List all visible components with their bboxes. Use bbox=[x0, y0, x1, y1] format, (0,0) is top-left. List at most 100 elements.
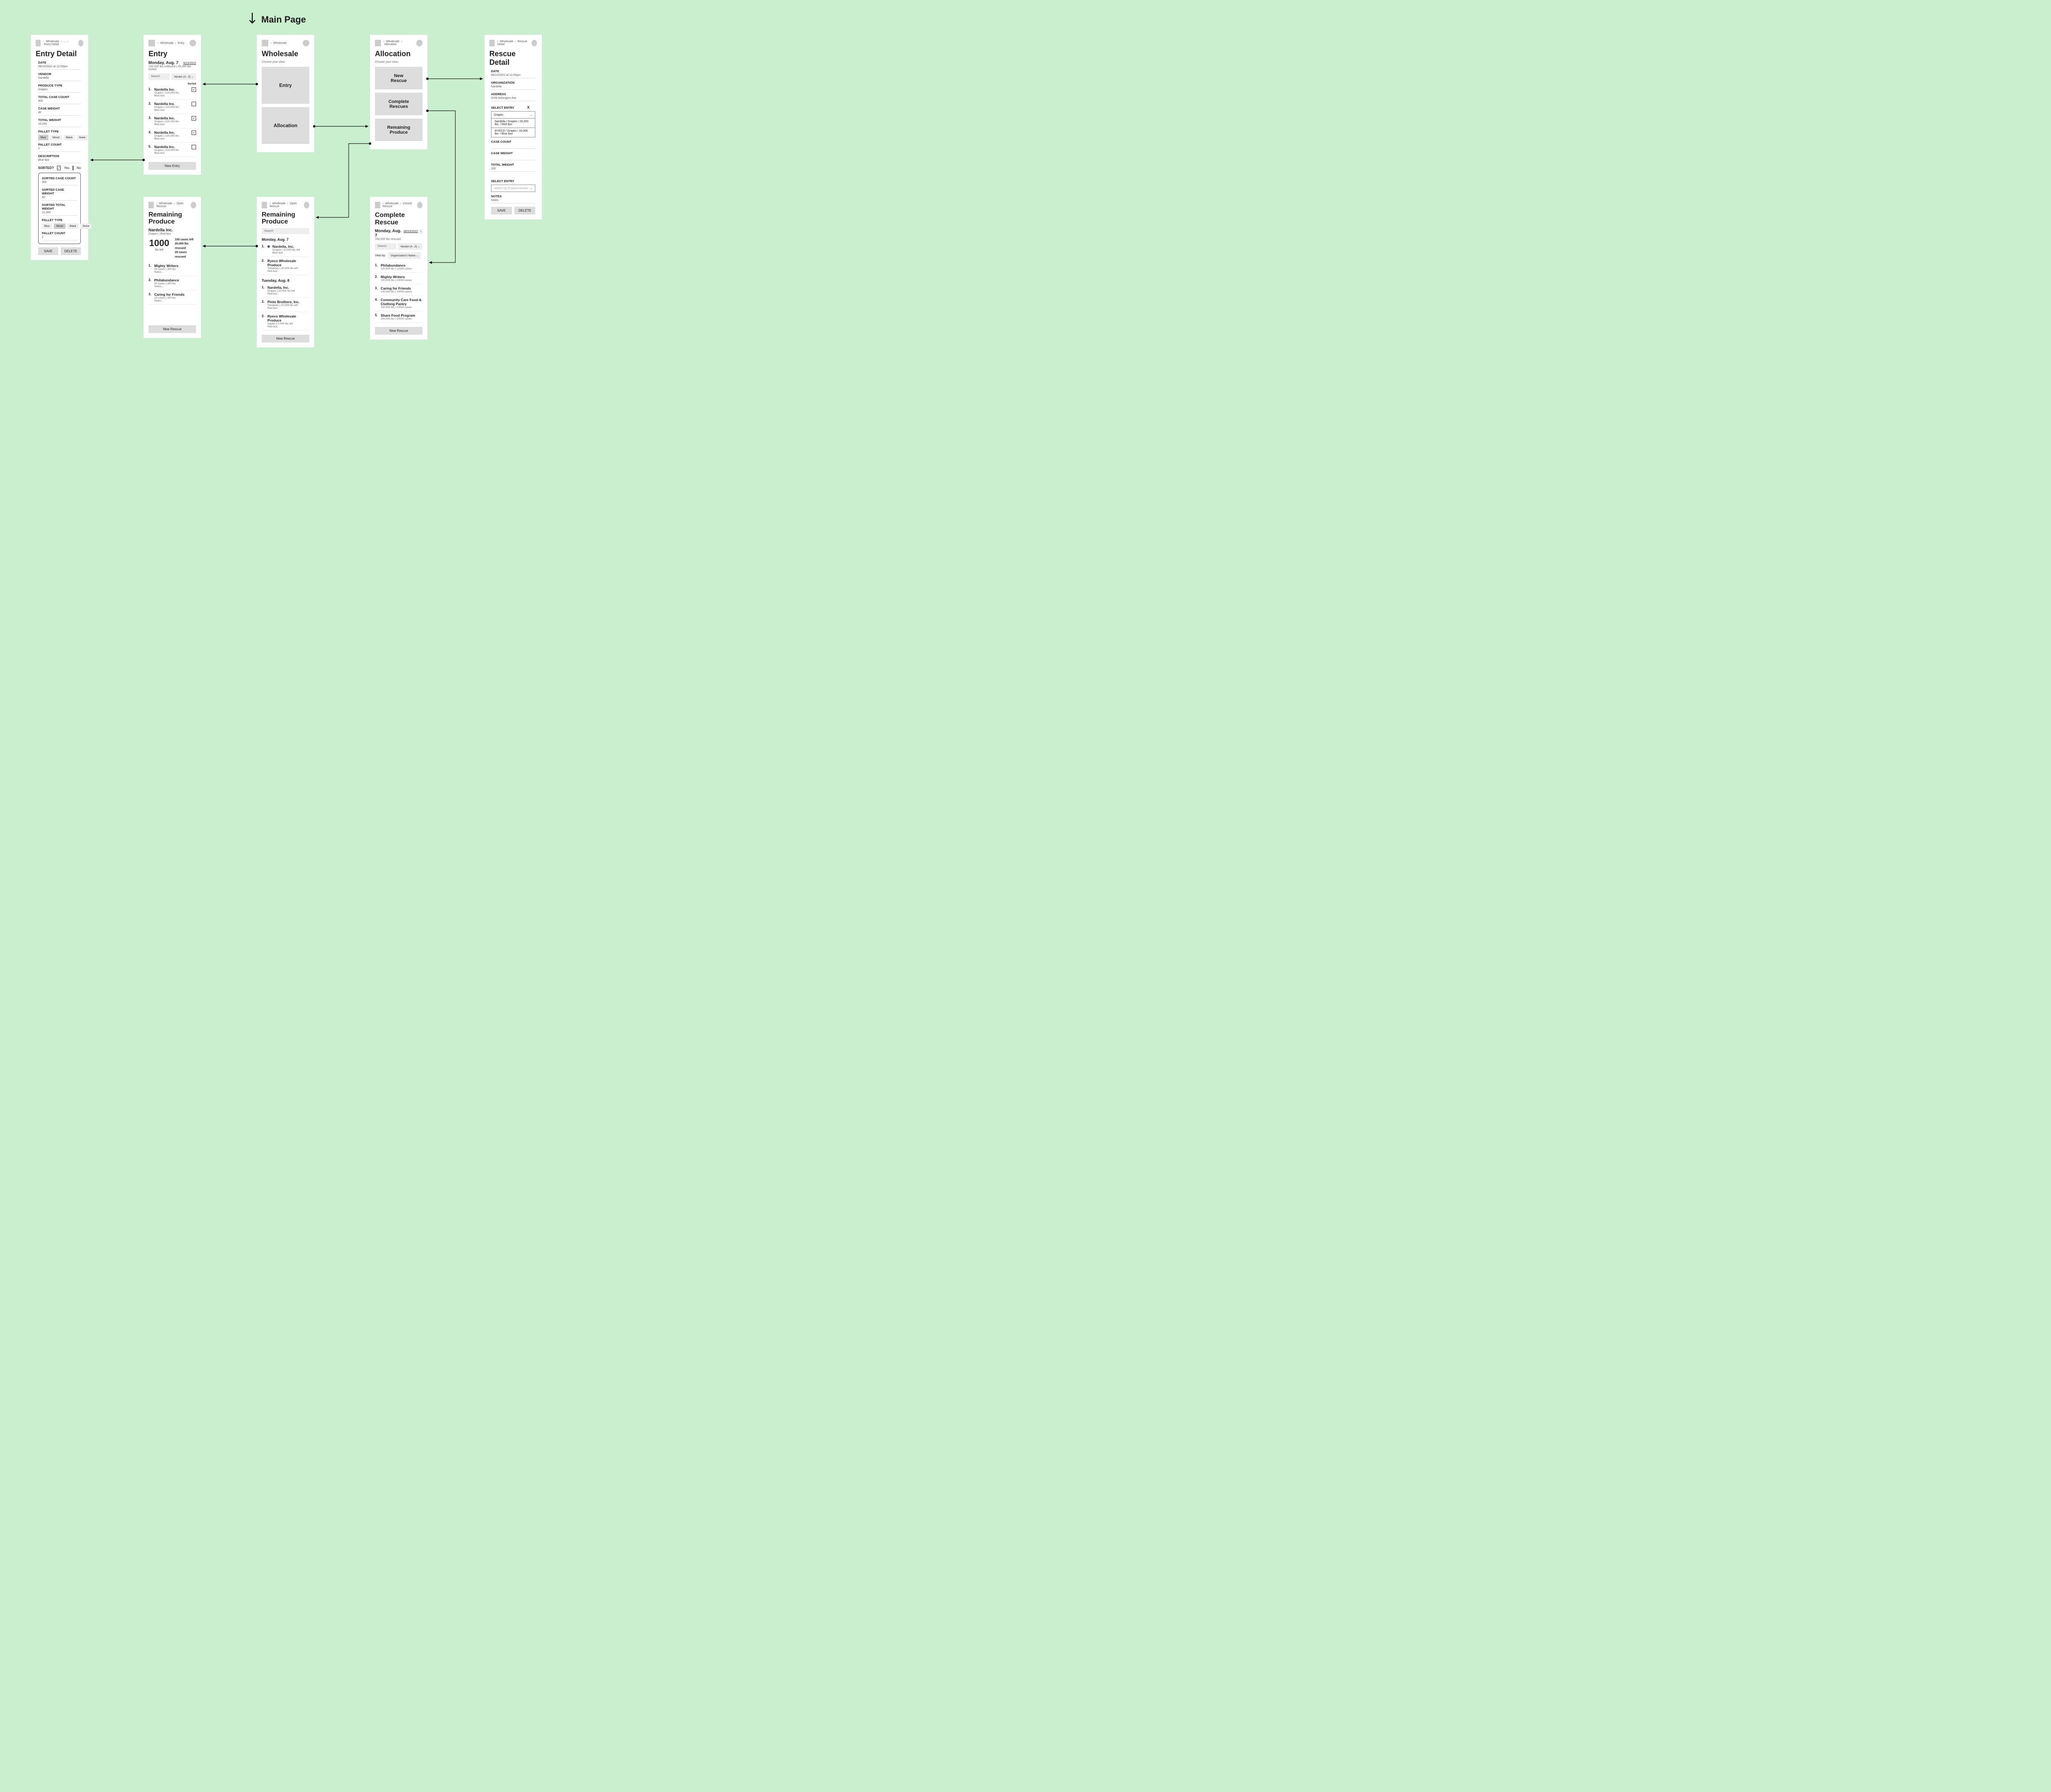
date-link[interactable]: 8/10/2022 bbox=[183, 62, 196, 65]
avatar[interactable] bbox=[190, 40, 196, 46]
delete-button[interactable]: DELETE bbox=[61, 247, 81, 255]
complete-rescue-item[interactable]: 3.Caring for Friends100,000 lbs | 10000 … bbox=[375, 284, 423, 296]
label-pallet-type: PALLET TYPE bbox=[38, 130, 81, 133]
pill-wood2[interactable]: Wood bbox=[54, 224, 66, 229]
sort-select[interactable]: Vendor (A - Z) ⌄ bbox=[171, 73, 196, 80]
remaining-left-item[interactable]: 1.Mighty Writers50 cases | 300 lbsNotes.… bbox=[148, 262, 196, 276]
new-rescue-button[interactable]: New Rescue bbox=[148, 325, 196, 333]
pill-blue2[interactable]: Blue bbox=[42, 224, 52, 229]
remaining-left-item[interactable]: 3.Caring for Friends10 cases | 100 lbsNo… bbox=[148, 290, 196, 305]
pill-none2[interactable]: None bbox=[80, 224, 92, 229]
complete-rescue-item[interactable]: 4.Community Care Food & Clothing Pantry1… bbox=[375, 296, 423, 311]
remaining-center-item[interactable]: 1.Nardella, Inc.Grapes | 20,000 lbs left… bbox=[262, 283, 309, 298]
item-number: 2. bbox=[375, 275, 378, 279]
allocation-view-button[interactable]: Allocation bbox=[262, 107, 309, 144]
select-option-2[interactable]: RYECO / Grapes / 10,000 lbs. / Blue box bbox=[491, 128, 535, 137]
pill-blue[interactable]: Blue bbox=[38, 135, 48, 140]
avatar[interactable] bbox=[191, 202, 196, 208]
sorted-checkbox[interactable] bbox=[192, 145, 196, 149]
label-case-count: CASE COUNT bbox=[491, 140, 535, 144]
new-rescue-button[interactable]: New Rescue bbox=[375, 67, 423, 89]
label-organization: ORGANIZATION bbox=[491, 81, 535, 84]
value-sorted-pallet-count: 2 bbox=[42, 235, 77, 240]
entry-list-item[interactable]: 1.Nardella Inc.Grapes | 120,000 lbsBlue … bbox=[148, 85, 196, 100]
delete-button[interactable]: DELETE bbox=[514, 207, 535, 215]
sorted-checkbox[interactable]: ✓ bbox=[192, 116, 196, 121]
avatar[interactable] bbox=[416, 40, 423, 46]
item-number: 5. bbox=[375, 313, 378, 317]
remaining-center-item[interactable]: 2.Ryeco Wholesale ProduceApples | 5,000 … bbox=[262, 312, 309, 331]
summary-text: 150,000 lbs collected | 45,000 lbs sorte… bbox=[148, 65, 196, 71]
avatar[interactable] bbox=[532, 40, 537, 46]
entry-list-item[interactable]: 2.Nardella Inc.Grapes | 120,000 lbsBlue … bbox=[148, 100, 196, 114]
date-step[interactable]: › bbox=[419, 229, 423, 234]
logo-placeholder bbox=[262, 40, 268, 46]
logo-placeholder bbox=[375, 40, 381, 46]
remaining-center-item[interactable]: 2.Pinto Brothers, Inc.Tomatoes | 20,000 … bbox=[262, 298, 309, 312]
value-case-count[interactable] bbox=[491, 144, 535, 149]
pill-wood[interactable]: Wood bbox=[50, 135, 62, 140]
heading: Wholesale bbox=[262, 50, 309, 58]
pill-black2[interactable]: Black bbox=[67, 224, 79, 229]
item-number: 2. bbox=[148, 278, 152, 282]
remaining-center-item[interactable]: 2.Ryeco Wholesale ProduceTomatoes | 20,0… bbox=[262, 257, 309, 275]
remaining-left-item[interactable]: 2.Philabundance30 cases | 300 lbsNotes..… bbox=[148, 276, 196, 290]
entry-list-item[interactable]: 3.Nardella Inc.Grapes | 120,000 lbsBlue … bbox=[148, 114, 196, 128]
sorted-checkbox[interactable]: ✓ bbox=[192, 87, 196, 92]
entry-list-item[interactable]: 5.Nardella Inc.Grapes | 120,000 lbsBlue … bbox=[148, 143, 196, 157]
item-number: 2. bbox=[262, 314, 265, 318]
new-rescue-button[interactable]: New Rescue bbox=[375, 327, 423, 335]
remaining-produce-button[interactable]: Remaining Produce bbox=[375, 119, 423, 141]
viewby-label: View by: bbox=[375, 254, 386, 257]
item-title: Nardella, Inc. bbox=[267, 285, 309, 290]
breadcrumb: ‹ Wholesale › Open Rescue bbox=[270, 202, 301, 208]
label-address: ADDRESS bbox=[491, 92, 535, 96]
date-link[interactable]: 08/10/2022 bbox=[404, 230, 418, 233]
avatar[interactable] bbox=[417, 202, 423, 208]
item-sub: Grapes | 20,000 lbs left bbox=[267, 290, 309, 292]
avatar[interactable] bbox=[304, 202, 309, 208]
value-notes[interactable]: Notes bbox=[491, 198, 535, 203]
remaining-center-item[interactable]: 1.Nardella, Inc.Grapes | 20,000 lbs left… bbox=[262, 242, 309, 257]
new-entry-button[interactable]: New Entry bbox=[148, 162, 196, 170]
item-notes: Notes... bbox=[154, 271, 196, 274]
item-title: Nardella Inc. bbox=[154, 130, 189, 135]
complete-rescue-item[interactable]: 2.Mighty Writers100,000 lbs | 10000 case… bbox=[375, 273, 423, 284]
value-total-weight: 200 bbox=[491, 167, 535, 172]
entry-list-item[interactable]: 4.Nardella Inc.Grapes | 120,000 lbsBlue … bbox=[148, 128, 196, 143]
label-case-weight: CASE WEIGHT bbox=[491, 151, 535, 155]
save-button[interactable]: SAVE bbox=[491, 207, 512, 215]
sort-select[interactable]: Vendor (A - Z) ⌄ bbox=[398, 243, 423, 250]
new-rescue-button[interactable]: New Rescue bbox=[262, 335, 309, 342]
value-date: 08/10/2022 at 12:00pm bbox=[38, 64, 81, 70]
entry-view-button[interactable]: Entry bbox=[262, 67, 309, 104]
complete-rescues-button[interactable]: Complete Rescues bbox=[375, 93, 423, 115]
select-entry-dropdown-2[interactable]: Search by Produce/Vendor⌄ bbox=[491, 185, 535, 192]
arrow-down-icon bbox=[248, 12, 256, 27]
complete-rescue-item[interactable]: 5.Share Food Program100,000 lbs | 10000 … bbox=[375, 311, 423, 323]
sorted-checkbox[interactable]: ✓ bbox=[192, 130, 196, 135]
close-icon[interactable]: X bbox=[527, 105, 530, 110]
select-entry-dropdown[interactable]: Grapes⌄ bbox=[491, 111, 535, 119]
search-input[interactable]: Search bbox=[375, 243, 396, 250]
viewby-select[interactable]: Organization's Name ⌄ bbox=[388, 252, 421, 259]
pill-none[interactable]: None bbox=[77, 135, 88, 140]
label-no: No bbox=[77, 166, 81, 170]
label-total-weight: TOTAL WEIGHT bbox=[491, 163, 535, 167]
sorted-header: Sorted bbox=[148, 82, 196, 85]
sorted-checkbox[interactable] bbox=[192, 102, 196, 106]
value-case-weight[interactable] bbox=[491, 155, 535, 160]
select-option-1[interactable]: Nardella / Grapes / 20,000 lbs. / Red bo… bbox=[491, 119, 535, 128]
avatar[interactable] bbox=[303, 40, 309, 46]
vendor-sub: Grapes | Red box bbox=[148, 233, 196, 235]
search-input[interactable]: Search bbox=[148, 73, 170, 80]
sorted-section: SORTED CASE COUNT 300 SORTED CASE WEIGHT… bbox=[38, 173, 81, 244]
search-input[interactable]: Search bbox=[262, 228, 309, 234]
heading: Entry Detail bbox=[36, 50, 83, 58]
heading: Remaining Produce bbox=[262, 212, 309, 226]
complete-rescue-item[interactable]: 1.Philabundance120,000 lbs | 12000 cases bbox=[375, 261, 423, 273]
pill-black[interactable]: Black bbox=[64, 135, 75, 140]
avatar[interactable] bbox=[78, 40, 83, 46]
checkbox-yes[interactable]: ✓ bbox=[57, 166, 61, 170]
save-button[interactable]: SAVE bbox=[38, 247, 58, 255]
